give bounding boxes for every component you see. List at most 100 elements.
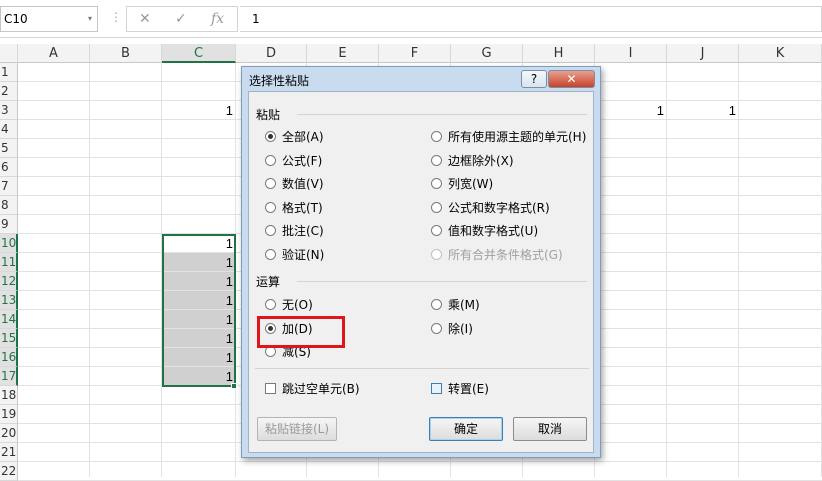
column-header-h[interactable]: H: [523, 44, 595, 63]
row-header-14[interactable]: 14: [0, 310, 18, 329]
radio-icon: [431, 154, 442, 166]
radio-label: 所有使用源主题的单元(H): [448, 130, 587, 144]
row-header-15[interactable]: 15: [0, 329, 18, 348]
column-header-b[interactable]: B: [90, 44, 162, 63]
row-header-8[interactable]: 8: [0, 196, 18, 215]
column-header-j[interactable]: J: [667, 44, 739, 63]
column-header-a[interactable]: A: [18, 44, 90, 63]
row-header-4[interactable]: 4: [0, 120, 18, 139]
paste-option-r0[interactable]: 所有使用源主题的单元(H): [431, 130, 586, 144]
row-header-9[interactable]: 9: [0, 215, 18, 234]
ok-button[interactable]: 确定: [429, 417, 503, 441]
paste-option-2[interactable]: 数值(V): [265, 177, 324, 191]
section-divider: [297, 281, 587, 282]
row-header-19[interactable]: 19: [0, 405, 18, 424]
row-header-3[interactable]: 3: [0, 101, 18, 120]
row-header-17[interactable]: 17: [0, 367, 18, 386]
close-button[interactable]: ✕: [548, 70, 595, 88]
paste-option-5[interactable]: 验证(N): [265, 248, 324, 262]
radio-icon: [265, 248, 276, 260]
insert-function-icon[interactable]: fx: [211, 11, 224, 27]
dialog-title: 选择性粘贴: [249, 74, 310, 88]
column-header-d[interactable]: D: [236, 44, 307, 63]
grip-icon: ⋮: [110, 10, 122, 24]
section-divider: [255, 368, 589, 369]
row-header-12[interactable]: 12: [0, 272, 18, 291]
radio-label: 公式和数字格式(R): [448, 200, 550, 215]
radio-icon: [431, 225, 442, 236]
formula-buttons: ✕ ✓ fx: [126, 6, 238, 32]
help-button[interactable]: ?: [521, 70, 547, 88]
row-header-21[interactable]: 21: [0, 443, 18, 462]
operation-section-label: 运算: [256, 275, 281, 289]
transpose-label: 转置(E): [448, 382, 489, 396]
paste-option-r2[interactable]: 列宽(W): [431, 177, 493, 191]
paste-option-r3[interactable]: 公式和数字格式(R): [431, 201, 550, 215]
cell-c3[interactable]: 1: [162, 101, 236, 120]
column-header-i[interactable]: I: [595, 44, 667, 63]
column-header-c[interactable]: C: [162, 44, 236, 63]
row-header-5[interactable]: 5: [0, 139, 18, 158]
paste-option-4[interactable]: 批注(C): [265, 224, 324, 238]
paste-option-3[interactable]: 格式(T): [265, 201, 323, 215]
row-header-1[interactable]: 1: [0, 63, 18, 82]
operation-option-r0[interactable]: 乘(M): [431, 298, 480, 312]
paste-section-label: 粘贴: [256, 108, 281, 122]
fill-handle[interactable]: [231, 383, 237, 389]
radio-label: 除(I): [448, 321, 473, 336]
paste-option-r1[interactable]: 边框除外(X): [431, 154, 514, 168]
row-header-2[interactable]: 2: [0, 82, 18, 101]
radio-icon: [265, 154, 276, 166]
column-header-f[interactable]: F: [379, 44, 451, 63]
row-header-10[interactable]: 10: [0, 234, 18, 253]
grid-line: [18, 461, 822, 462]
transpose-checkbox[interactable]: 转置(E): [431, 382, 489, 396]
cancel-button[interactable]: 取消: [513, 417, 587, 441]
name-box[interactable]: C10 ▾: [0, 6, 98, 32]
select-all-corner[interactable]: [0, 44, 18, 63]
radio-label: 所有合并条件格式(G): [448, 247, 563, 262]
chevron-down-icon[interactable]: ▾: [88, 14, 92, 23]
skip-blanks-checkbox[interactable]: 跳过空单元(B): [265, 382, 360, 396]
row-header-11[interactable]: 11: [0, 253, 18, 272]
grid-line: [89, 63, 90, 477]
column-header-e[interactable]: E: [307, 44, 379, 63]
cell-i3[interactable]: 1: [595, 101, 667, 120]
radio-label: 列宽(W): [448, 177, 494, 191]
radio-icon: [431, 131, 442, 142]
row-header-7[interactable]: 7: [0, 177, 18, 196]
formula-value: 1: [252, 12, 260, 26]
radio-icon: [431, 299, 442, 310]
radio-icon: [265, 131, 276, 142]
row-header-13[interactable]: 13: [0, 291, 18, 310]
paste-option-0[interactable]: 全部(A): [265, 130, 324, 144]
radio-label: 全部(A): [282, 130, 324, 144]
operation-option-0[interactable]: 无(O): [265, 298, 313, 312]
radio-icon: [431, 322, 442, 334]
paste-option-r4[interactable]: 值和数字格式(U): [431, 224, 538, 238]
grid-line: [666, 63, 667, 477]
paste-option-1[interactable]: 公式(F): [265, 154, 322, 168]
radio-label: 公式(F): [282, 153, 323, 168]
radio-label: 数值(V): [282, 177, 324, 191]
enter-icon[interactable]: ✓: [175, 11, 187, 27]
column-header-g[interactable]: G: [451, 44, 523, 63]
cell-j3[interactable]: 1: [667, 101, 739, 120]
operation-option-r1[interactable]: 除(I): [431, 322, 473, 336]
grid-line: [738, 63, 739, 477]
paste-link-button[interactable]: 粘贴链接(L): [257, 417, 337, 441]
row-header-20[interactable]: 20: [0, 424, 18, 443]
checkbox-icon: [431, 383, 442, 394]
radio-label: 边框除外(X): [448, 153, 514, 168]
row-header-6[interactable]: 6: [0, 158, 18, 177]
radio-icon: [265, 201, 276, 213]
row-header-22[interactable]: 22: [0, 462, 18, 481]
radio-label: 值和数字格式(U): [448, 224, 539, 238]
row-header-18[interactable]: 18: [0, 386, 18, 405]
cancel-icon[interactable]: ✕: [139, 11, 151, 27]
column-header-k[interactable]: K: [739, 44, 822, 63]
row-header-16[interactable]: 16: [0, 348, 18, 367]
formula-input[interactable]: 1: [240, 6, 822, 32]
name-box-value: C10: [4, 12, 28, 26]
selection-border: [162, 234, 236, 387]
